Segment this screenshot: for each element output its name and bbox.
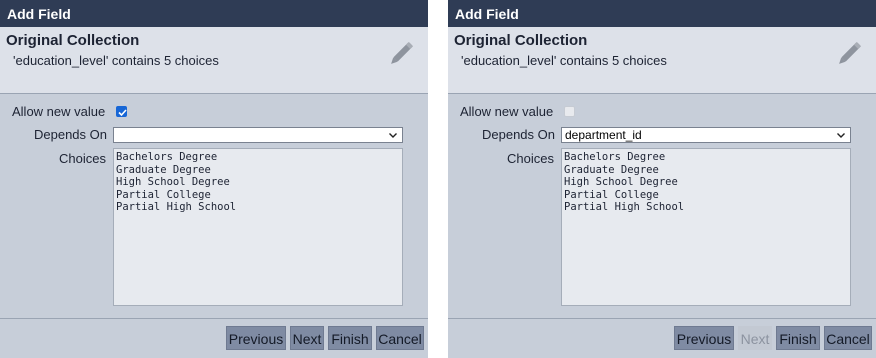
collection-title: Original Collection	[6, 32, 140, 49]
add-field-dialog-left: Add Field Original Collection 'education…	[0, 0, 428, 358]
previous-button[interactable]: Previous	[674, 326, 734, 350]
choice-line: High School Degree	[564, 176, 678, 189]
depends-on-select[interactable]: department_id	[561, 127, 851, 143]
collection-description: 'education_level' contains 5 choices	[461, 53, 667, 68]
chevron-down-icon	[389, 133, 397, 138]
dialog-header: Original Collection 'education_level' co…	[0, 27, 428, 94]
finish-button[interactable]: Finish	[776, 326, 820, 350]
chevron-down-icon	[837, 133, 845, 138]
previous-button[interactable]: Previous	[226, 326, 286, 350]
check-icon	[118, 109, 127, 117]
choice-line: Partial College	[116, 188, 211, 201]
dialog-footer: Previous Next Finish Cancel	[448, 318, 876, 358]
depends-on-value: department_id	[565, 128, 642, 142]
dialog-title: Add Field	[448, 0, 876, 27]
choices-textarea[interactable]: Bachelors Degree Graduate Degree High Sc…	[113, 148, 403, 306]
allow-new-label: Allow new value	[460, 104, 554, 119]
next-button[interactable]: Next	[290, 326, 324, 350]
cancel-button[interactable]: Cancel	[824, 326, 872, 350]
dialog-footer: Previous Next Finish Cancel	[0, 318, 428, 358]
choice-line: Partial High School	[564, 201, 685, 214]
choice-line: Partial College	[564, 188, 659, 201]
depends-on-label: Depends On	[482, 127, 555, 142]
allow-new-label: Allow new value	[12, 104, 106, 119]
depends-on-label: Depends On	[34, 127, 107, 142]
next-button: Next	[738, 326, 772, 350]
choice-line: Bachelors Degree	[116, 151, 218, 163]
finish-button[interactable]: Finish	[328, 326, 372, 350]
dialog-title: Add Field	[0, 0, 428, 27]
add-field-dialog-right: Add Field Original Collection 'education…	[448, 0, 876, 358]
depends-on-select[interactable]	[113, 127, 403, 143]
collection-description: 'education_level' contains 5 choices	[13, 53, 219, 68]
choice-line: Graduate Degree	[116, 163, 211, 176]
form-body: Allow new value Depends On Choices Bache…	[0, 94, 428, 318]
dialog-header: Original Collection 'education_level' co…	[448, 27, 876, 94]
choice-line: Partial High School	[116, 201, 237, 214]
cancel-button[interactable]: Cancel	[376, 326, 424, 350]
choice-line: Graduate Degree	[564, 163, 659, 176]
choices-label: Choices	[59, 151, 106, 166]
collection-title: Original Collection	[454, 32, 588, 49]
choice-line: Bachelors Degree	[564, 151, 666, 163]
pencil-icon[interactable]	[386, 39, 416, 69]
allow-new-checkbox[interactable]	[116, 106, 127, 117]
allow-new-checkbox[interactable]	[564, 106, 575, 117]
choice-line: High School Degree	[116, 176, 230, 189]
form-body: Allow new value Depends On department_id…	[448, 94, 876, 318]
pencil-icon[interactable]	[834, 39, 864, 69]
choices-textarea[interactable]: Bachelors Degree Graduate Degree High Sc…	[561, 148, 851, 306]
choices-label: Choices	[507, 151, 554, 166]
